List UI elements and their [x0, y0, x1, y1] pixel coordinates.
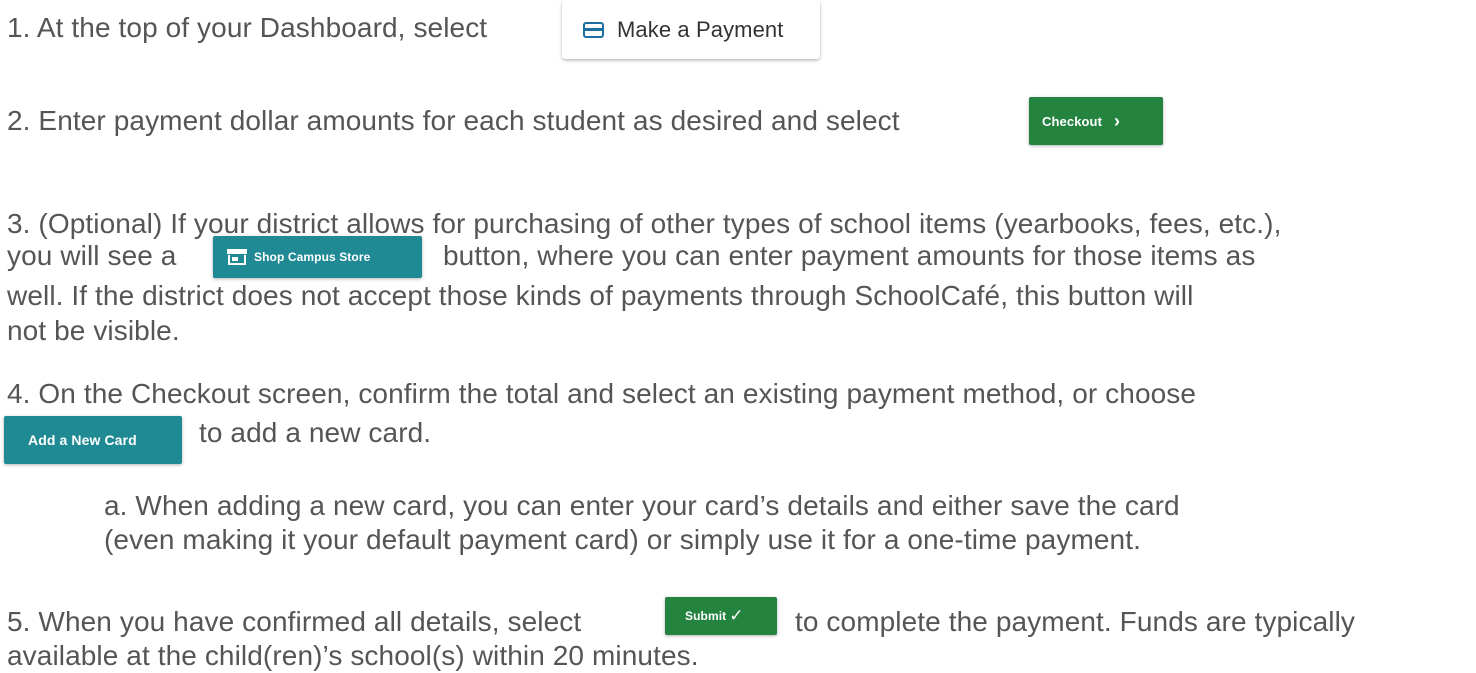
step-5-line-1-pre: 5. When you have confirmed all details, …	[7, 606, 582, 637]
credit-card-icon	[583, 21, 604, 38]
checkout-button[interactable]: Checkout ›	[1029, 97, 1163, 145]
step-5-line-1-post: to complete the payment. Funds are typic…	[795, 606, 1356, 637]
step-4a-line-1: a. When adding a new card, you can enter…	[104, 490, 1180, 521]
submit-label: Submit	[685, 609, 727, 623]
shop-campus-store-label: Shop Campus Store	[254, 250, 371, 264]
step-1-text: 1. At the top of your Dashboard, select	[7, 12, 488, 43]
step-3-line-3: well. If the district does not accept th…	[7, 280, 1194, 311]
store-icon	[227, 249, 247, 265]
shop-campus-store-button[interactable]: Shop Campus Store	[213, 236, 422, 278]
step-4-line-2: to add a new card.	[199, 417, 432, 448]
make-payment-button[interactable]: Make a Payment	[562, 0, 820, 59]
step-3-line-2-pre: you will see a	[7, 240, 177, 271]
step-5-line-2: available at the child(ren)’s school(s) …	[7, 640, 699, 671]
step-3-line-4: not be visible.	[7, 315, 180, 346]
step-3-line-1: 3. (Optional) If your district allows fo…	[7, 208, 1282, 239]
step-3-line-2-post: button, where you can enter payment amou…	[443, 240, 1256, 271]
add-new-card-label: Add a New Card	[28, 432, 137, 448]
step-4-line-1: 4. On the Checkout screen, confirm the t…	[7, 378, 1197, 409]
checkout-label: Checkout	[1042, 113, 1103, 129]
make-payment-label: Make a Payment	[617, 16, 784, 42]
chevron-right-icon: ›	[1114, 110, 1121, 131]
checkmark-icon: ✓	[729, 606, 744, 625]
submit-button[interactable]: Submit ✓	[665, 597, 777, 635]
step-2-text: 2. Enter payment dollar amounts for each…	[7, 105, 900, 136]
add-new-card-button[interactable]: Add a New Card	[4, 416, 182, 464]
step-4a-line-2: (even making it your default payment car…	[104, 524, 1141, 555]
